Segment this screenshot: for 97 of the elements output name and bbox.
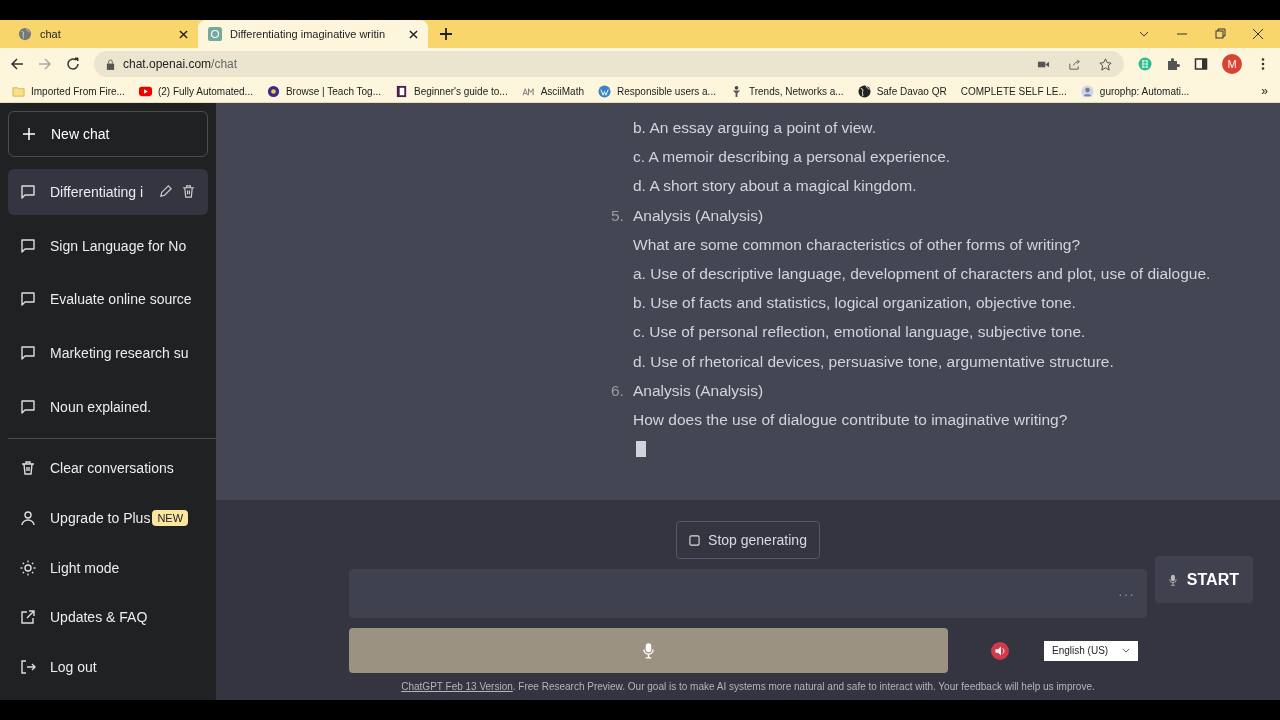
answer-line: c. Use of personal reflection, emotional language, subjective tone. [633, 322, 1087, 343]
external-link-icon [20, 609, 36, 626]
close-icon[interactable] [179, 29, 188, 39]
wordpress-icon [598, 84, 611, 98]
bookmark[interactable]: Browse | Teach Tog... [285, 85, 381, 97]
answer-line: c. A memoir describing a personal experience. [633, 147, 951, 168]
emblem-icon [266, 84, 280, 98]
plus-icon [21, 125, 37, 142]
conversation-item[interactable]: Differentiating i [8, 168, 208, 215]
menu-label: Log out [50, 659, 97, 676]
menu-label: Updates & FAQ [50, 609, 148, 626]
close-icon[interactable] [409, 29, 418, 39]
answer-line: a. Use of descriptive language, development of characters and plot, use of dialogue. [633, 264, 1211, 284]
browser-tab[interactable]: chat [8, 20, 198, 48]
conversation-item[interactable]: Noun explained. [8, 384, 208, 430]
menu-item[interactable]: Log out [8, 642, 208, 693]
bookmark[interactable]: (2) Fully Automated... [157, 85, 253, 97]
chevron-down-icon [1122, 648, 1130, 653]
conversation-item[interactable]: Sign Language for No [8, 222, 208, 269]
profile-avatar[interactable]: M [1222, 54, 1242, 74]
edit-icon[interactable] [158, 184, 173, 200]
menu-item[interactable]: Updates & FAQ [8, 592, 208, 643]
menu-label: Light mode [50, 559, 120, 576]
stop-generating-button[interactable]: Stop generating [676, 521, 820, 559]
answer-line: Analysis (Analysis) [633, 205, 765, 226]
start-button[interactable]: START [1155, 556, 1253, 603]
trash-icon[interactable] [181, 184, 196, 200]
conversation-title: Evaluate online source [50, 291, 193, 308]
restore-icon[interactable] [1214, 28, 1226, 40]
more-bookmarks[interactable]: » [1261, 84, 1268, 98]
reload-icon[interactable] [66, 57, 80, 71]
logout-icon [20, 659, 36, 676]
side-panel-icon[interactable] [1194, 57, 1208, 71]
puzzle-icon[interactable] [1166, 57, 1180, 71]
bookmark[interactable]: Imported From Fire... [31, 85, 125, 97]
globe-icon [18, 27, 32, 41]
conversation-item[interactable]: Marketing research su [8, 330, 208, 377]
bookmark[interactable]: COMPLETE SELF LE... [960, 85, 1067, 97]
menu-label: Upgrade to Plus [50, 509, 151, 526]
chat-bubble-icon [20, 291, 36, 308]
answer-line: What are some common characteristics of other forms of writing? [633, 234, 1082, 255]
answer-line: d. Use of rhetorical devices, persuasive tone, argumentative structure. [633, 351, 1115, 372]
conversation-item[interactable]: Evaluate online source [8, 276, 208, 323]
chat-bubble-icon [20, 183, 36, 200]
menu-item[interactable]: Light mode [8, 542, 208, 593]
conversation-title: Noun explained. [50, 399, 153, 416]
bookmark[interactable]: AsciiMath [540, 85, 584, 97]
conversation-title: Sign Language for No [50, 237, 188, 254]
bookmark[interactable]: Beginner's guide to... [414, 85, 508, 97]
answer-line: d. A short story about a magical kingdom. [633, 176, 918, 197]
chat-bubble-icon [20, 237, 36, 254]
url-text: chat.openai.com/chat [123, 57, 238, 71]
answer-line: b. An essay arguing a point of view. [633, 118, 877, 138]
language-select[interactable]: English (US) [1044, 640, 1138, 661]
microphone-icon [643, 642, 654, 659]
new-badge: NEW [152, 509, 189, 526]
menu-item[interactable]: Clear conversations [8, 442, 208, 493]
new-chat-button[interactable]: New chat [8, 111, 208, 157]
footer-text: ChatGPT Feb 13 Version. Free Research Preview. Our goal is to make AI systems more natural and safe to interact with. Your feedback will help us improve. [400, 681, 1096, 692]
star-icon[interactable] [1099, 57, 1112, 71]
menu-label: Clear conversations [50, 459, 174, 476]
bookmark[interactable]: Trends, Networks a... [748, 85, 844, 97]
conversation-title: Differentiating i [50, 183, 145, 200]
bookmark[interactable]: gurophp: Automati... [1099, 85, 1190, 97]
list-number: 6. [611, 380, 625, 401]
chat-bubble-icon [20, 399, 36, 416]
avatar-icon [1080, 84, 1094, 98]
app-logo-icon [208, 27, 222, 41]
chat-bubble-icon [20, 345, 36, 362]
answer-line: b. Use of facts and statistics, logical organization, objective tone. [633, 293, 1077, 314]
tab-title: chat [40, 28, 62, 40]
user-icon [20, 509, 36, 526]
close-icon[interactable] [1252, 28, 1264, 40]
menu-item[interactable]: Upgrade to Plus NEW [8, 492, 208, 543]
stop-icon [689, 534, 701, 546]
bookmark[interactable]: Responsible users a... [617, 85, 716, 97]
lock-icon [106, 58, 115, 70]
conversation-title: Marketing research su [50, 345, 190, 362]
speaker-icon[interactable] [991, 641, 1009, 660]
video-play-icon [138, 84, 152, 98]
version-link[interactable]: ChatGPT Feb 13 Version [401, 681, 513, 692]
trash-icon [20, 459, 36, 476]
new-tab-icon[interactable] [440, 28, 452, 40]
more-dots: ··· [1118, 585, 1135, 602]
tab-title: Differentiating imaginative writin [230, 28, 387, 40]
list-number: 5. [611, 205, 625, 226]
browser-tab[interactable]: Differentiating imaginative writin [198, 20, 428, 48]
folder-icon [12, 84, 25, 98]
answer-line: How does the use of dialogue contribute to imaginative writing? [633, 410, 1068, 431]
back-icon[interactable] [10, 57, 24, 71]
address-bar[interactable]: chat.openai.com/chat [94, 51, 1124, 77]
bookmark[interactable]: Safe Davao QR [876, 85, 947, 97]
sun-icon [20, 559, 36, 576]
answer-line: Analysis (Analysis) [633, 380, 765, 401]
globe-icon [857, 84, 871, 98]
book-icon [395, 84, 408, 98]
share-icon[interactable] [1068, 57, 1081, 71]
